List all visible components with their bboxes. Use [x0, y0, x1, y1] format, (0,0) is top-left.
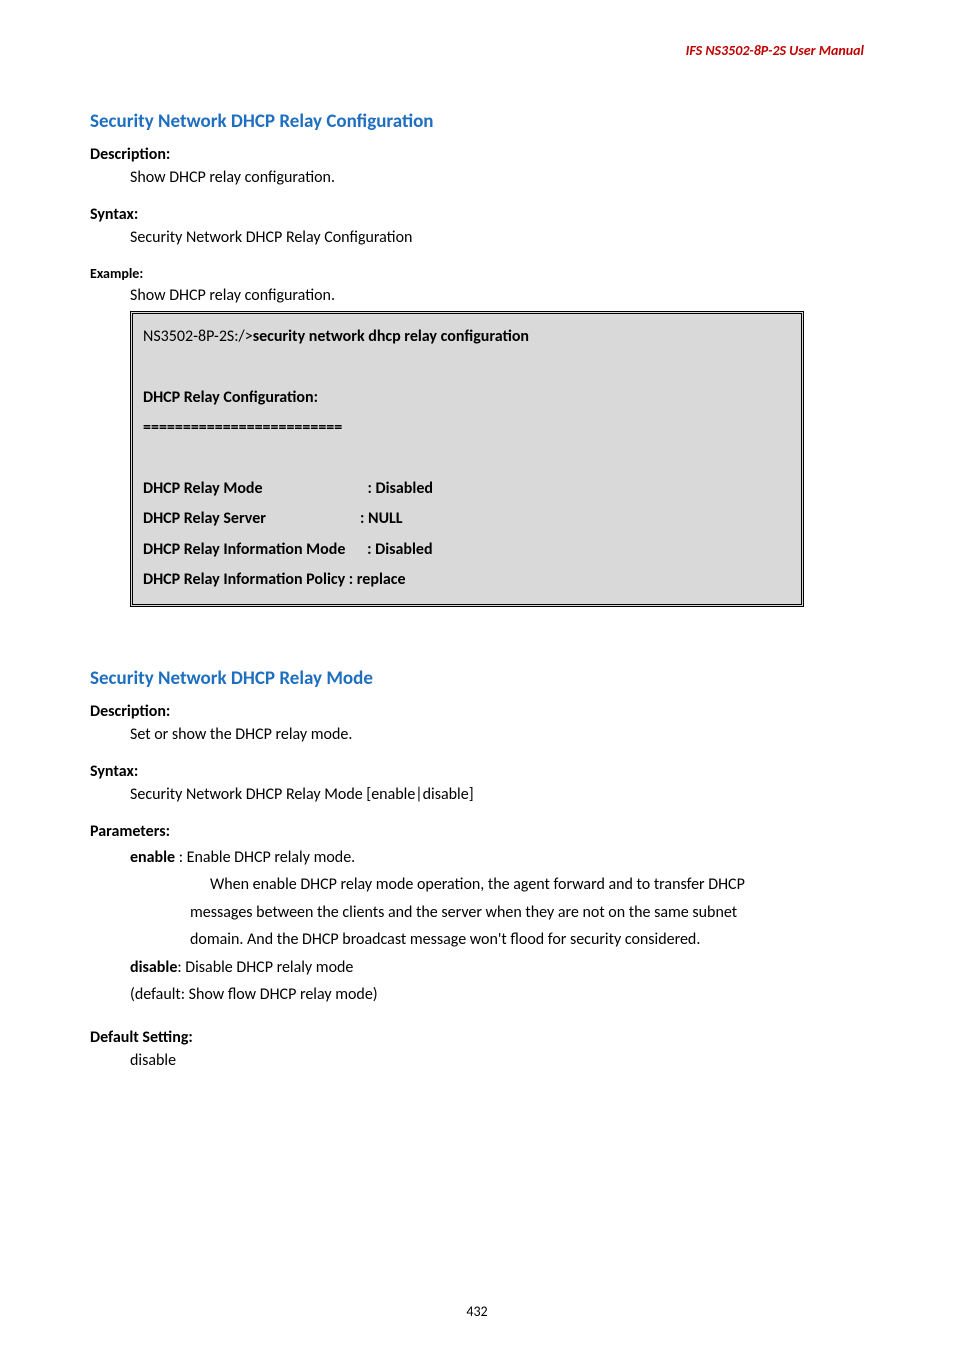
section1-example-label: Example:: [90, 265, 864, 282]
terminal-row3: DHCP Relay Information Mode : Disabled: [143, 535, 791, 565]
header-product: IFS NS3502-8P-2S User Manual: [686, 42, 864, 59]
section2-default-value: disable: [130, 1051, 864, 1070]
param-enable-l3: messages between the clients and the ser…: [190, 900, 864, 926]
param-enable-rest: : Enable DHCP relaly mode.: [175, 848, 355, 867]
section2-syntax-text: Security Network DHCP Relay Mode [enable…: [130, 785, 864, 804]
section2-params-label: Parameters:: [90, 822, 864, 841]
param-enable-bold: enable: [130, 848, 175, 867]
section2-desc-text: Set or show the DHCP relay mode.: [130, 725, 864, 744]
section1-title: Security Network DHCP Relay Configuratio…: [90, 110, 864, 133]
page-number: 432: [466, 1303, 487, 1320]
section1-desc-text: Show DHCP relay configuration.: [130, 168, 864, 187]
section1-desc-label: Description:: [90, 145, 864, 164]
param-default-line: (default: Show flow DHCP relay mode): [130, 982, 864, 1008]
section1-syntax-text: Security Network DHCP Relay Configuratio…: [130, 228, 864, 247]
content: Security Network DHCP Relay Configuratio…: [90, 110, 864, 1070]
terminal-row4: DHCP Relay Information Policy : replace: [143, 565, 791, 595]
section2-desc-label: Description:: [90, 702, 864, 721]
section2-title: Security Network DHCP Relay Mode: [90, 667, 864, 690]
param-disable-bold: disable: [130, 958, 177, 977]
terminal-output: NS3502-8P-2S:/>security network dhcp rel…: [130, 311, 804, 607]
param-enable-l2: When enable DHCP relay mode operation, t…: [210, 872, 864, 898]
param-disable-line: disable: Disable DHCP relaly mode: [130, 955, 864, 981]
terminal-prompt: NS3502-8P-2S:/>: [143, 327, 253, 346]
terminal-divider: =========================: [143, 413, 791, 443]
terminal-row1: DHCP Relay Mode : Disabled: [143, 474, 791, 504]
terminal-blank2: [143, 444, 791, 474]
terminal-blank1: [143, 352, 791, 382]
param-enable-l4: domain. And the DHCP broadcast message w…: [190, 927, 864, 953]
terminal-conf-title: DHCP Relay Configuration:: [143, 383, 791, 413]
param-enable-line: enable : Enable DHCP relaly mode.: [130, 845, 864, 871]
terminal-command-line: NS3502-8P-2S:/>security network dhcp rel…: [143, 322, 791, 352]
section2-default-label: Default Setting:: [90, 1028, 864, 1047]
section1-example-text: Show DHCP relay configuration.: [130, 286, 864, 305]
param-disable-rest: : Disable DHCP relaly mode: [177, 958, 353, 977]
terminal-row2: DHCP Relay Server : NULL: [143, 504, 791, 534]
section1-syntax-label: Syntax:: [90, 205, 864, 224]
terminal-command: security network dhcp relay configuratio…: [253, 327, 529, 346]
section2-syntax-label: Syntax:: [90, 762, 864, 781]
